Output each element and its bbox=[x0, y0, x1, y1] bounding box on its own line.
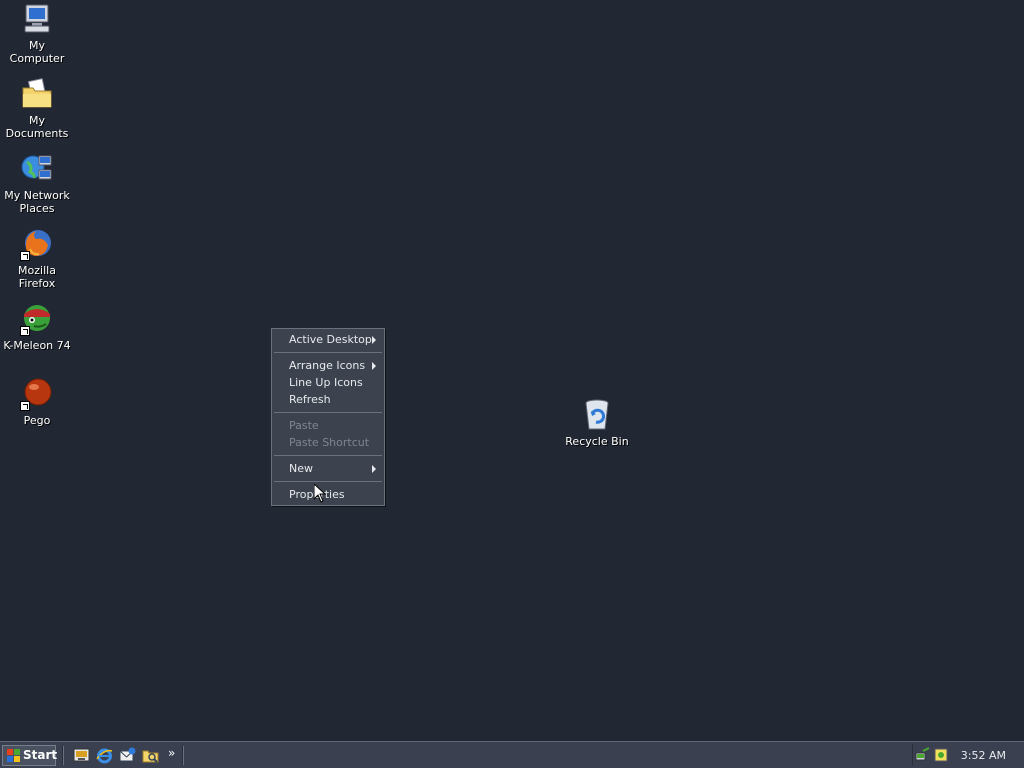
menu-separator bbox=[274, 412, 382, 413]
folder-documents-icon bbox=[20, 77, 54, 111]
taskbar-clock[interactable]: 3:52 AM bbox=[961, 749, 1006, 762]
windows-explorer-icon[interactable] bbox=[142, 747, 159, 764]
desktop-icon-my-network-places[interactable]: My Network Places bbox=[0, 152, 74, 215]
submenu-arrow-icon bbox=[372, 465, 376, 473]
pego-icon bbox=[20, 377, 54, 411]
network-places-icon bbox=[20, 152, 54, 186]
tray-app-icon[interactable] bbox=[933, 747, 949, 763]
desktop-icon-label: My Documents bbox=[5, 114, 69, 140]
submenu-arrow-icon bbox=[372, 336, 376, 344]
quick-launch-chevron-icon[interactable]: » bbox=[168, 746, 175, 760]
shortcut-arrow-icon bbox=[20, 251, 30, 261]
taskbar-grip[interactable] bbox=[62, 746, 64, 765]
menu-item-active-desktop[interactable]: Active Desktop bbox=[272, 331, 384, 348]
menu-item-new[interactable]: New bbox=[272, 460, 384, 477]
desktop-icon-label: Recycle Bin bbox=[565, 435, 629, 448]
desktop-icon-label: Mozilla Firefox bbox=[18, 264, 56, 290]
menu-item-label: Paste bbox=[289, 419, 319, 432]
menu-item-properties[interactable]: Properties bbox=[272, 486, 384, 503]
menu-item-line-up-icons[interactable]: Line Up Icons bbox=[272, 374, 384, 391]
submenu-arrow-icon bbox=[372, 362, 376, 370]
desktop-context-menu: Active Desktop Arrange Icons Line Up Ico… bbox=[271, 328, 385, 506]
taskbar-grip[interactable] bbox=[182, 746, 184, 765]
menu-item-label: Line Up Icons bbox=[289, 376, 363, 389]
internet-explorer-icon[interactable] bbox=[96, 747, 113, 764]
menu-item-label: Paste Shortcut bbox=[289, 436, 370, 449]
kmeleon-icon bbox=[20, 302, 54, 336]
start-button[interactable]: Start bbox=[2, 745, 58, 766]
menu-item-paste: Paste bbox=[272, 417, 384, 434]
menu-item-label: Active Desktop bbox=[289, 333, 372, 346]
outlook-express-icon[interactable] bbox=[119, 747, 136, 764]
start-label: Start bbox=[23, 748, 58, 762]
menu-separator bbox=[274, 481, 382, 482]
menu-item-label: New bbox=[289, 462, 313, 475]
desktop-icon-mozilla-firefox[interactable]: Mozilla Firefox bbox=[0, 227, 74, 290]
recycle-bin-icon bbox=[580, 398, 614, 432]
desktop-icon-my-documents[interactable]: My Documents bbox=[0, 77, 74, 140]
desktop-icon-label: Pego bbox=[23, 414, 51, 427]
network-tray-icon[interactable] bbox=[915, 747, 931, 763]
firefox-icon bbox=[20, 227, 54, 261]
mouse-cursor-icon bbox=[314, 484, 326, 503]
desktop-icon-my-computer[interactable]: My Computer bbox=[0, 2, 74, 65]
shortcut-arrow-icon bbox=[20, 326, 30, 336]
system-tray: 3:52 AM bbox=[912, 744, 1024, 766]
taskbar: Start » 3:52 AM bbox=[0, 741, 1024, 768]
shortcut-arrow-icon bbox=[20, 401, 30, 411]
desktop-icon-pego[interactable]: Pego bbox=[0, 377, 74, 427]
menu-item-label: Refresh bbox=[289, 393, 331, 406]
desktop-icon-label: My Computer bbox=[9, 39, 65, 65]
desktop-icon-label: K-Meleon 74 bbox=[3, 339, 71, 352]
desktop[interactable]: My Computer My Documents My Network Plac… bbox=[0, 0, 1024, 741]
show-desktop-icon[interactable] bbox=[73, 747, 90, 764]
desktop-icon-recycle-bin[interactable]: Recycle Bin bbox=[560, 398, 634, 448]
menu-item-paste-shortcut: Paste Shortcut bbox=[272, 434, 384, 451]
desktop-icon-k-meleon[interactable]: K-Meleon 74 bbox=[0, 302, 74, 352]
windows-logo-icon bbox=[7, 749, 20, 762]
menu-item-label: Arrange Icons bbox=[289, 359, 366, 372]
menu-separator bbox=[274, 352, 382, 353]
menu-item-arrange-icons[interactable]: Arrange Icons bbox=[272, 357, 384, 374]
desktop-icon-label: My Network Places bbox=[4, 189, 70, 215]
computer-icon bbox=[20, 2, 54, 36]
menu-item-refresh[interactable]: Refresh bbox=[272, 391, 384, 408]
menu-separator bbox=[274, 455, 382, 456]
